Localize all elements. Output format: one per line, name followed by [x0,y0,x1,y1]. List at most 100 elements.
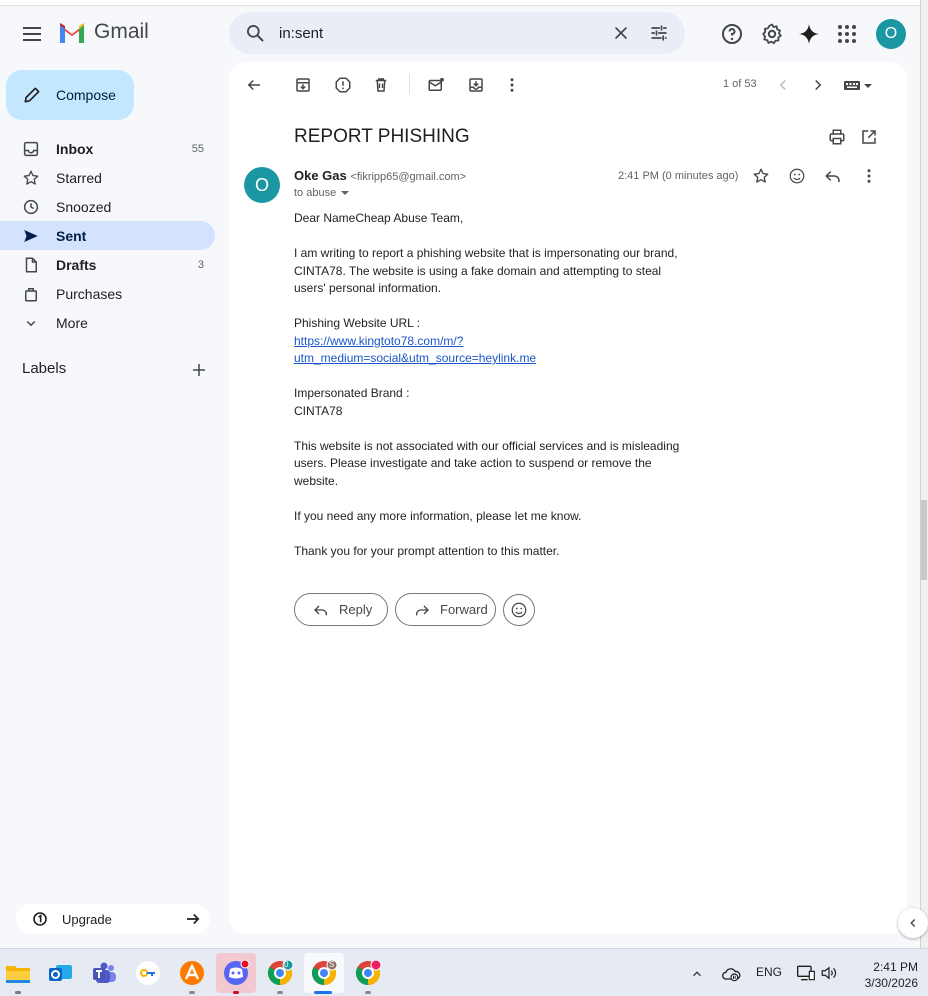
search-bar[interactable] [229,12,685,54]
move-to-icon[interactable] [467,76,485,94]
sender-email: <fikripp65@gmail.com> [350,171,467,183]
chevron-up-icon[interactable] [690,967,704,981]
chrome-icon[interactable] [266,959,294,987]
send-icon [24,230,38,242]
email-subject: REPORT PHISHING [294,126,470,147]
avast-icon[interactable] [178,959,206,987]
window-scrollbar[interactable] [920,0,928,948]
sidebar-item-inbox[interactable]: Inbox 55 [0,134,215,163]
search-options-icon[interactable] [649,23,669,43]
onedrive-paused-icon[interactable] [721,965,741,983]
reply-icon [314,605,327,615]
sidebar-item-more[interactable]: More [0,308,215,337]
sidebar-item-snoozed[interactable]: Snoozed [0,192,215,221]
labels-heading: Labels [22,360,67,377]
report-spam-icon[interactable] [334,76,352,94]
sidebar: Compose Inbox 55 Starred Snoozed Sent Dr… [0,62,228,946]
message-pane: 1 of 53 REPORT PHISHING O Oke Gas <fikri… [229,62,907,934]
close-icon[interactable] [611,23,631,43]
chevron-left-icon [910,919,916,927]
email-timestamp: 2:41 PM (0 minutes ago) [618,170,739,182]
apps-grid-icon[interactable] [835,22,859,46]
outlook-icon[interactable] [46,959,74,987]
sidebar-item-purchases[interactable]: Purchases [0,279,215,308]
archive-icon[interactable] [294,76,312,94]
caret-down-icon[interactable] [340,188,350,198]
email-body: Dear NameCheap Abuse Team, I am writing … [294,210,694,578]
forward-icon [416,605,429,615]
mark-unread-icon[interactable] [427,76,445,94]
forward-button[interactable]: Forward [395,593,496,626]
chrome-profile-badge: S [329,960,335,969]
account-avatar[interactable]: O [876,19,906,49]
sidebar-item-drafts[interactable]: Drafts 3 [0,250,215,279]
upgrade-badge-icon [33,912,47,926]
running-indicator [365,991,371,994]
discord-icon[interactable] [222,959,250,987]
file-explorer-icon[interactable] [4,959,32,987]
sidebar-item-starred[interactable]: Starred [0,163,215,192]
reply-button[interactable]: Reply [294,593,388,626]
brand-label: Impersonated Brand : [294,386,410,400]
sender-name[interactable]: Oke Gas [294,168,347,183]
url-label: Phishing Website URL : [294,316,421,330]
reply-icon[interactable] [824,167,842,185]
upgrade-label: Upgrade [62,911,112,927]
sender-info: Oke Gas <fikripp65@gmail.com> [294,168,466,183]
search-input[interactable] [279,12,599,54]
pencil-icon [24,87,40,103]
draft-icon [25,257,37,273]
open-new-window-icon[interactable] [860,128,878,146]
compose-label: Compose [56,87,116,103]
scrollbar-thumb[interactable] [921,500,927,580]
sidebar-item-sent[interactable]: Sent [0,221,215,250]
gear-icon[interactable] [760,22,784,46]
network-icon[interactable] [796,964,816,982]
authenticator-icon[interactable] [134,959,162,987]
upgrade-button[interactable]: Upgrade [16,904,210,934]
phishing-url-link[interactable]: https://www.kingtoto78.com/m/?utm_medium… [294,334,536,366]
emoji-reaction-button[interactable] [503,594,535,626]
nav-list: Inbox 55 Starred Snoozed Sent Drafts 3 P… [0,134,228,337]
unread-count: 55 [191,142,204,155]
more-vertical-icon[interactable] [860,167,878,185]
print-icon[interactable] [828,128,846,146]
plus-icon[interactable] [190,361,208,379]
back-arrow-icon[interactable] [245,76,263,94]
system-clock[interactable]: 2:41 PM 3/30/2026 [846,959,918,991]
volume-icon[interactable] [820,965,838,981]
gemini-sparkle-icon[interactable] [797,22,821,46]
chevron-right-icon[interactable] [809,76,827,94]
help-icon[interactable] [720,22,744,46]
arrow-right-icon [187,913,200,925]
keyboard-input-icon[interactable] [843,76,875,94]
search-icon[interactable] [245,23,265,43]
star-icon[interactable] [752,167,770,185]
inbox-icon [23,141,39,157]
brand-block: Impersonated Brand : CINTA78 [294,385,694,420]
chevron-left-icon[interactable] [774,76,792,94]
sidebar-item-label: Drafts [56,256,97,273]
running-indicator [189,991,195,994]
emoji-react-icon[interactable] [788,167,806,185]
trash-icon[interactable] [372,76,390,94]
chrome-icon[interactable] [354,959,382,987]
sender-avatar[interactable]: O [244,167,280,203]
main-menu-icon[interactable] [18,20,46,48]
input-language[interactable]: ENG [756,965,782,979]
compose-button[interactable]: Compose [6,70,134,120]
running-indicator [233,991,239,994]
gmail-logo[interactable]: Gmail [58,20,149,44]
more-vertical-icon[interactable] [503,76,521,94]
teams-icon[interactable] [90,959,118,987]
side-panel-toggle[interactable] [898,908,928,938]
sidebar-item-label: More [56,314,88,331]
recipient-line[interactable]: to abuse [294,187,350,199]
header: Gmail O [0,6,920,62]
clock-time: 2:41 PM [873,960,918,974]
emoji-icon [511,602,527,618]
pagination-count: 1 of 53 [723,78,757,90]
sidebar-item-label: Purchases [56,285,123,302]
shopping-bag-icon [25,288,37,302]
windows-taskbar: 0 S ENG 2:41 PM 3/30/2026 [0,948,928,996]
